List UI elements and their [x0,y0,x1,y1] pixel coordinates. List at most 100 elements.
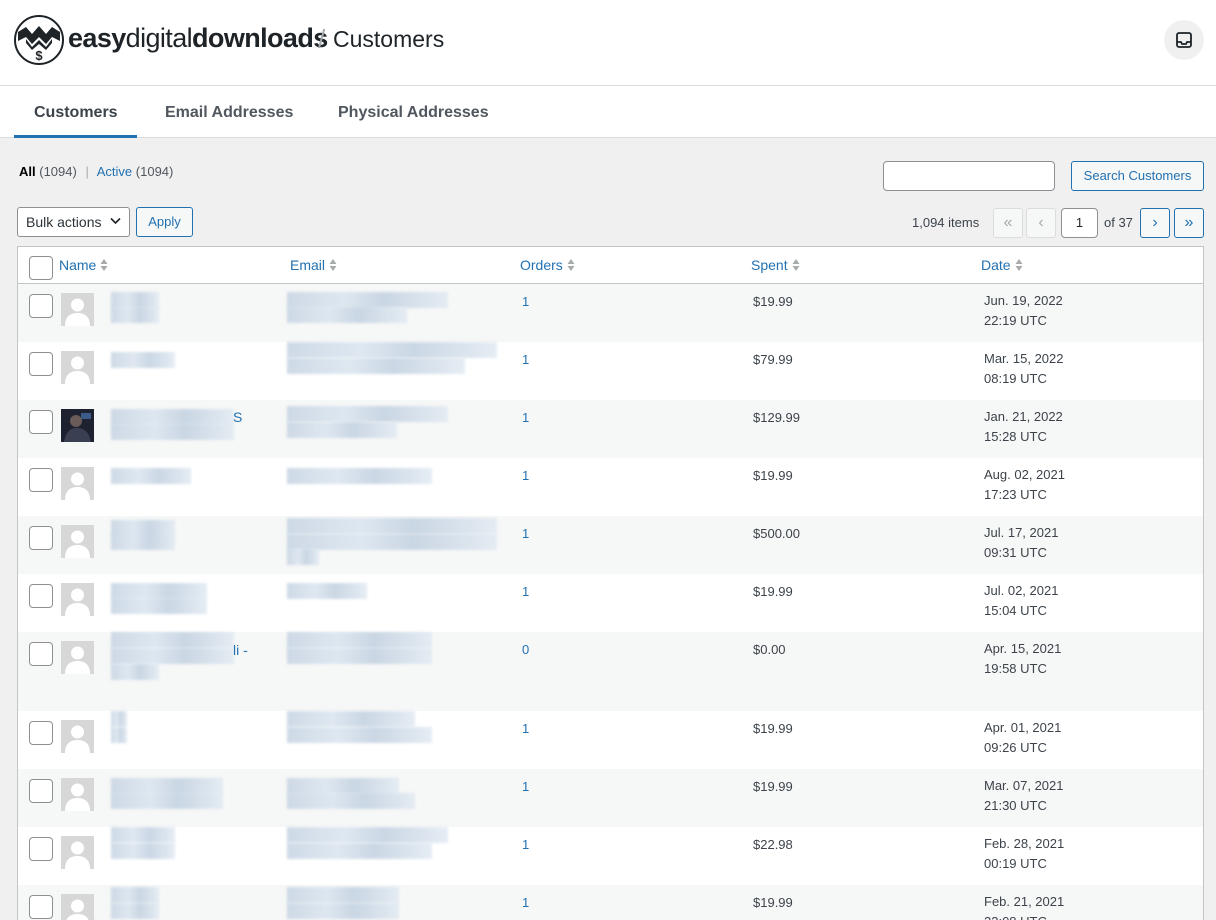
row-checkbox[interactable] [29,468,53,492]
table-row: S 1 $129.99 Jan. 21, 2022 15:28 UTC [18,400,1203,458]
row-checkbox[interactable] [29,895,53,919]
column-spent[interactable]: Spent [751,257,800,273]
tab-customers[interactable]: Customers [14,86,137,138]
top-header: $ easydigitaldownloads / Customers [0,0,1216,86]
redacted-name [111,648,234,664]
redacted-name [111,307,159,323]
redacted-name[interactable] [111,583,207,599]
avatar-placeholder-icon [61,778,94,811]
avatar-photo [61,409,94,442]
next-page-button[interactable]: › [1140,208,1170,238]
redacted-name [111,598,207,614]
order-date: Mar. 15, 2022 08:19 UTC [984,351,1064,386]
redacted-name[interactable] [111,292,159,308]
redacted-name[interactable] [111,468,191,484]
tab-physical-addresses[interactable]: Physical Addresses [318,86,509,138]
prev-page-button[interactable]: ‹ [1026,208,1056,238]
sort-icon [792,259,800,271]
inbox-icon [1176,32,1192,48]
order-date: Aug. 02, 2021 17:23 UTC [984,467,1065,502]
redacted-email [287,632,432,648]
table-row: 1 $22.98 Feb. 28, 2021 00:19 UTC [18,827,1203,885]
tab-email-addresses[interactable]: Email Addresses [145,86,313,138]
table-row: 1 $19.99 Mar. 07, 2021 21:30 UTC [18,769,1203,827]
orders-count[interactable]: 1 [522,526,529,541]
first-page-button[interactable]: « [993,208,1023,238]
apply-button[interactable]: Apply [136,207,193,237]
redacted-email [287,534,497,550]
orders-count[interactable]: 1 [522,410,529,425]
chevron-down-icon [110,217,121,225]
inbox-button[interactable] [1164,20,1204,60]
sort-icon [567,259,575,271]
redacted-name[interactable] [111,409,234,425]
avatar-placeholder-icon [61,894,94,920]
avatar-placeholder-icon [61,641,94,674]
orders-count[interactable]: 1 [522,352,529,367]
column-email[interactable]: Email [290,257,337,273]
order-date: Mar. 07, 2021 21:30 UTC [984,778,1064,813]
customers-table: Name Email Orders Spent Date 1 $19.99 Ju… [17,246,1204,920]
spent-amount: $79.99 [753,352,793,367]
row-checkbox[interactable] [29,642,53,666]
spent-amount: $19.99 [753,468,793,483]
orders-count[interactable]: 0 [522,642,529,657]
row-checkbox[interactable] [29,526,53,550]
redacted-name[interactable] [111,632,234,648]
redacted-name[interactable] [111,887,159,903]
row-checkbox[interactable] [29,352,53,376]
brand-separator: / [318,24,326,54]
redacted-email [287,468,432,484]
last-page-button[interactable]: » [1174,208,1204,238]
svg-text:$: $ [35,48,43,63]
redacted-name[interactable] [111,827,175,843]
filter-divider: | [85,164,89,179]
column-date[interactable]: Date [981,257,1023,273]
spent-amount: $129.99 [753,410,800,425]
current-page-input[interactable]: 1 [1061,208,1098,238]
filter-all[interactable]: All [19,164,36,179]
table-row: 1 $19.99 Jun. 19, 2022 22:19 UTC [18,284,1203,342]
order-date: Jun. 19, 2022 22:19 UTC [984,293,1063,328]
row-checkbox[interactable] [29,294,53,318]
column-name[interactable]: Name [59,257,108,273]
bulk-actions-select[interactable]: Bulk actions [17,207,130,237]
table-header: Name Email Orders Spent Date [18,247,1203,284]
redacted-name [111,793,223,809]
customer-name-suffix[interactable]: li - [233,642,248,658]
filter-active[interactable]: Active [97,164,132,179]
avatar-placeholder-icon [61,836,94,869]
row-checkbox[interactable] [29,779,53,803]
redacted-email [287,727,432,743]
row-checkbox[interactable] [29,410,53,434]
order-date: Feb. 28, 2021 00:19 UTC [984,836,1065,871]
customer-name-suffix[interactable]: S [233,409,242,425]
table-row: 1 $19.99 Apr. 01, 2021 09:26 UTC [18,711,1203,769]
order-date: Apr. 15, 2021 19:58 UTC [984,641,1062,676]
redacted-name[interactable] [111,711,127,727]
orders-count[interactable]: 1 [522,294,529,309]
redacted-name [111,664,159,680]
avatar-placeholder-icon [61,583,94,616]
items-count: 1,094 items [912,215,980,230]
orders-count[interactable]: 1 [522,837,529,852]
redacted-name[interactable] [111,352,175,368]
avatar-placeholder-icon [61,525,94,558]
row-checkbox[interactable] [29,584,53,608]
row-checkbox[interactable] [29,721,53,745]
spent-amount: $500.00 [753,526,800,541]
redacted-email [287,648,432,664]
column-orders[interactable]: Orders [520,257,575,273]
row-checkbox[interactable] [29,837,53,861]
redacted-email [287,827,448,843]
orders-count[interactable]: 1 [522,468,529,483]
orders-count[interactable]: 1 [522,895,529,910]
search-input[interactable] [883,161,1055,191]
orders-count[interactable]: 1 [522,584,529,599]
search-customers-button[interactable]: Search Customers [1071,161,1204,191]
redacted-name [111,727,127,743]
redacted-name[interactable] [111,778,223,794]
select-all-checkbox[interactable] [29,256,53,280]
orders-count[interactable]: 1 [522,779,529,794]
orders-count[interactable]: 1 [522,721,529,736]
